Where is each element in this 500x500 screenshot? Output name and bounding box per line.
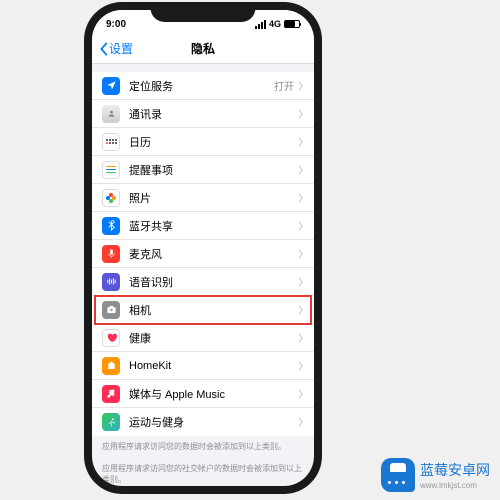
page-title: 隐私 xyxy=(191,40,215,57)
chevron-right-icon xyxy=(298,333,304,343)
chevron-right-icon xyxy=(298,165,304,175)
chevron-right-icon xyxy=(298,137,304,147)
nav-bar: 设置 隐私 xyxy=(92,34,314,64)
back-button[interactable]: 设置 xyxy=(98,40,133,57)
chevron-right-icon xyxy=(298,221,304,231)
watermark-name: 蓝莓安卓网 xyxy=(420,460,490,480)
microphone-icon xyxy=(102,245,120,263)
group-footer-1: 应用程序请求访问您的数据时会被添加到以上类别。 xyxy=(92,436,314,458)
row-label: 语音识别 xyxy=(129,274,298,290)
row-label: HomeKit xyxy=(129,360,298,372)
row-calendar[interactable]: 日历 xyxy=(92,128,314,156)
row-label: 麦克风 xyxy=(129,246,298,262)
row-camera[interactable]: 相机 xyxy=(92,296,314,324)
screen: 9:00 4G 设置 隐私 定位服务 打开 xyxy=(92,10,314,486)
phone-frame: 9:00 4G 设置 隐私 定位服务 打开 xyxy=(84,2,322,494)
chevron-right-icon xyxy=(298,81,304,91)
chevron-left-icon xyxy=(98,42,109,56)
chevron-right-icon xyxy=(298,109,304,119)
row-label: 定位服务 xyxy=(129,78,274,94)
fitness-icon xyxy=(102,413,120,431)
row-label: 蓝牙共享 xyxy=(129,218,298,234)
watermark: 蓝莓安卓网 www.lmkjst.com xyxy=(381,458,490,492)
media-icon xyxy=(102,385,120,403)
network-label: 4G xyxy=(269,19,281,29)
chevron-right-icon xyxy=(298,277,304,287)
health-icon xyxy=(102,329,120,347)
watermark-icon xyxy=(381,458,415,492)
chevron-right-icon xyxy=(298,389,304,399)
row-label: 媒体与 Apple Music xyxy=(129,386,298,402)
watermark-url: www.lmkjst.com xyxy=(420,481,490,490)
row-fitness[interactable]: 运动与健身 xyxy=(92,408,314,436)
back-label: 设置 xyxy=(109,40,133,57)
row-photos[interactable]: 照片 xyxy=(92,184,314,212)
row-location[interactable]: 定位服务 打开 xyxy=(92,72,314,100)
row-label: 照片 xyxy=(129,190,298,206)
chevron-right-icon xyxy=(298,417,304,427)
row-health[interactable]: 健康 xyxy=(92,324,314,352)
status-right: 4G xyxy=(255,19,300,29)
row-value: 打开 xyxy=(274,78,294,93)
notch xyxy=(151,2,256,22)
camera-icon xyxy=(102,301,120,319)
row-label: 相机 xyxy=(129,302,298,318)
location-icon xyxy=(102,77,120,95)
chevron-right-icon xyxy=(298,193,304,203)
row-bluetooth[interactable]: 蓝牙共享 xyxy=(92,212,314,240)
chevron-right-icon xyxy=(298,305,304,315)
chevron-right-icon xyxy=(298,249,304,259)
row-homekit[interactable]: HomeKit xyxy=(92,352,314,380)
row-label: 运动与健身 xyxy=(129,414,298,430)
row-label: 通讯录 xyxy=(129,106,298,122)
calendar-icon xyxy=(102,133,120,151)
row-microphone[interactable]: 麦克风 xyxy=(92,240,314,268)
privacy-group-1: 定位服务 打开 通讯录 日历 提醒事项 xyxy=(92,72,314,436)
bluetooth-icon xyxy=(102,217,120,235)
photos-icon xyxy=(102,189,120,207)
contacts-icon xyxy=(102,105,120,123)
row-contacts[interactable]: 通讯录 xyxy=(92,100,314,128)
battery-icon xyxy=(284,20,300,28)
content[interactable]: 定位服务 打开 通讯录 日历 提醒事项 xyxy=(92,64,314,486)
reminders-icon xyxy=(102,161,120,179)
row-reminders[interactable]: 提醒事项 xyxy=(92,156,314,184)
row-media[interactable]: 媒体与 Apple Music xyxy=(92,380,314,408)
signal-icon xyxy=(255,20,266,29)
row-label: 健康 xyxy=(129,330,298,346)
status-time: 9:00 xyxy=(106,19,126,30)
chevron-right-icon xyxy=(298,361,304,371)
row-speech[interactable]: 语音识别 xyxy=(92,268,314,296)
speech-icon xyxy=(102,273,120,291)
group-footer-2: 应用程序请求访问您的社交帐户的数据时会被添加到以上类别。 xyxy=(92,458,314,486)
homekit-icon xyxy=(102,357,120,375)
row-label: 提醒事项 xyxy=(129,162,298,178)
row-label: 日历 xyxy=(129,134,298,150)
